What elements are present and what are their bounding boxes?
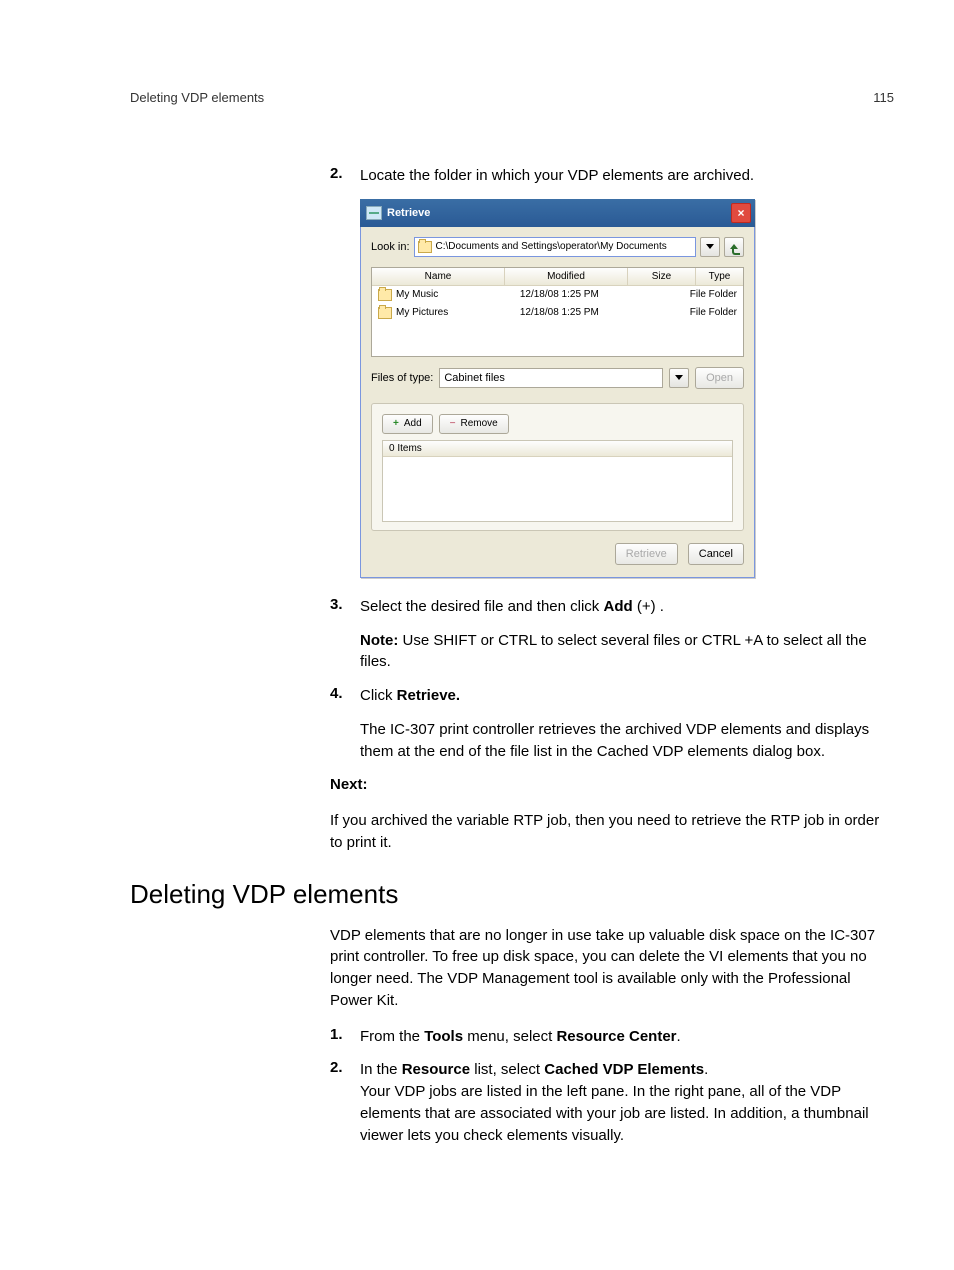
section-step-2: 2. In the Resource list, select Cached V… bbox=[330, 1059, 894, 1146]
step-number: 4. bbox=[330, 685, 360, 707]
up-arrow-icon bbox=[730, 244, 738, 249]
file-type: File Folder bbox=[684, 288, 743, 302]
lookin-path: C:\Documents and Settings\operator\My Do… bbox=[436, 241, 692, 252]
up-folder-button[interactable] bbox=[724, 237, 744, 257]
file-name: My Pictures bbox=[396, 307, 448, 318]
file-modified: 12/18/08 1:25 PM bbox=[500, 306, 618, 320]
section-heading: Deleting VDP elements bbox=[130, 879, 894, 910]
chevron-down-icon bbox=[675, 375, 683, 380]
remove-button[interactable]: − Remove bbox=[439, 414, 509, 434]
col-type[interactable]: Type bbox=[696, 268, 743, 285]
close-icon: × bbox=[737, 207, 744, 219]
lookin-label: Look in: bbox=[371, 241, 410, 253]
plus-icon: + bbox=[393, 418, 399, 429]
step-text: Select the desired file and then click A… bbox=[360, 596, 664, 618]
add-label: Add bbox=[404, 418, 422, 429]
file-size bbox=[619, 306, 684, 320]
col-modified[interactable]: Modified bbox=[505, 268, 628, 285]
folder-icon bbox=[378, 289, 392, 301]
step-number: 3. bbox=[330, 596, 360, 618]
file-size bbox=[619, 288, 684, 302]
retrieve-button[interactable]: Retrieve bbox=[615, 543, 678, 565]
step-text: Locate the folder in which your VDP elem… bbox=[360, 165, 754, 187]
step-number: 2. bbox=[330, 165, 360, 187]
items-count: 0 Items bbox=[383, 441, 732, 457]
files-of-type-value: Cabinet files bbox=[444, 372, 505, 384]
chevron-down-icon bbox=[706, 244, 714, 249]
cancel-button[interactable]: Cancel bbox=[688, 543, 744, 565]
lookin-combo[interactable]: C:\Documents and Settings\operator\My Do… bbox=[414, 237, 696, 257]
dialog-title: Retrieve bbox=[387, 207, 731, 219]
col-name[interactable]: Name bbox=[372, 268, 505, 285]
folder-icon bbox=[418, 241, 432, 253]
file-type: File Folder bbox=[684, 306, 743, 320]
files-of-type-label: Files of type: bbox=[371, 372, 433, 384]
step-number: 2. bbox=[330, 1059, 360, 1146]
next-body: If you archived the variable RTP job, th… bbox=[330, 810, 894, 854]
file-modified: 12/18/08 1:25 PM bbox=[500, 288, 618, 302]
file-row[interactable]: My Pictures 12/18/08 1:25 PM File Folder bbox=[372, 304, 743, 322]
section-intro: VDP elements that are no longer in use t… bbox=[330, 925, 894, 1012]
listview-header: Name Modified Size Type bbox=[372, 268, 743, 286]
dialog-titlebar: Retrieve × bbox=[360, 199, 755, 227]
remove-label: Remove bbox=[460, 418, 497, 429]
step-text: From the Tools menu, select Resource Cen… bbox=[360, 1026, 681, 1048]
step-text: In the Resource list, select Cached VDP … bbox=[360, 1059, 894, 1146]
items-listbox[interactable]: 0 Items bbox=[382, 440, 733, 522]
retrieve-dialog: Retrieve × Look in: C:\Documents and Set… bbox=[360, 199, 755, 578]
add-button[interactable]: + Add bbox=[382, 414, 433, 434]
selected-items-panel: + Add − Remove 0 Items bbox=[371, 403, 744, 531]
close-button[interactable]: × bbox=[731, 203, 751, 223]
next-label: Next: bbox=[330, 774, 894, 796]
files-of-type-dropdown-button[interactable] bbox=[669, 368, 689, 388]
header-left: Deleting VDP elements bbox=[130, 90, 264, 105]
section-step-2-body: Your VDP jobs are listed in the left pan… bbox=[360, 1081, 894, 1146]
section-step-1: 1. From the Tools menu, select Resource … bbox=[330, 1026, 894, 1048]
minus-icon: − bbox=[450, 418, 456, 429]
header-page-number: 115 bbox=[873, 90, 894, 105]
file-name: My Music bbox=[396, 289, 438, 300]
folder-icon bbox=[378, 307, 392, 319]
col-size[interactable]: Size bbox=[628, 268, 696, 285]
step-3: 3. Select the desired file and then clic… bbox=[330, 596, 894, 618]
step-4-body: The IC-307 print controller retrieves th… bbox=[360, 719, 894, 763]
step-2: 2. Locate the folder in which your VDP e… bbox=[330, 165, 894, 187]
file-row[interactable]: My Music 12/18/08 1:25 PM File Folder bbox=[372, 286, 743, 304]
step-text: Click Retrieve. bbox=[360, 685, 460, 707]
step-4: 4. Click Retrieve. bbox=[330, 685, 894, 707]
lookin-dropdown-button[interactable] bbox=[700, 237, 720, 257]
file-listview[interactable]: Name Modified Size Type My Music 12/18/0… bbox=[371, 267, 744, 357]
step-3-note: Note: Use SHIFT or CTRL to select severa… bbox=[360, 630, 894, 674]
open-button[interactable]: Open bbox=[695, 367, 744, 389]
step-number: 1. bbox=[330, 1026, 360, 1048]
running-header: Deleting VDP elements 115 bbox=[130, 90, 894, 105]
files-of-type-combo[interactable]: Cabinet files bbox=[439, 368, 663, 388]
dialog-icon bbox=[366, 206, 382, 220]
